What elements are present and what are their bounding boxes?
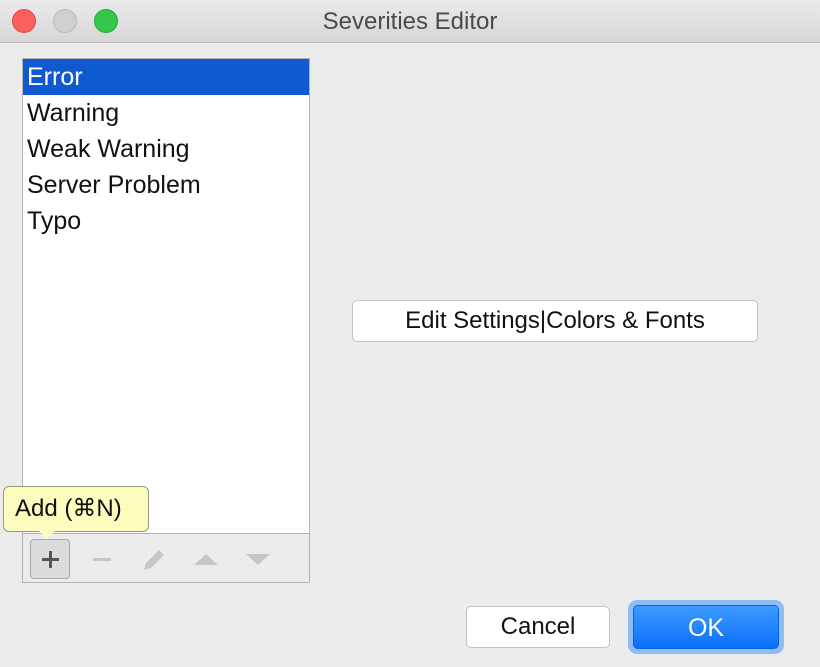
list-item-server-problem[interactable]: Server Problem [23, 167, 309, 203]
tooltip-pointer [39, 531, 55, 539]
remove-button[interactable] [82, 539, 122, 579]
add-button[interactable] [30, 539, 70, 579]
list-item-weak-warning[interactable]: Weak Warning [23, 131, 309, 167]
list-toolbar [22, 533, 310, 583]
list-item-warning[interactable]: Warning [23, 95, 309, 131]
list-item-error[interactable]: Error [23, 59, 309, 95]
edit-colors-fonts-button[interactable]: Edit Settings|Colors & Fonts [352, 300, 758, 342]
pencil-icon [144, 550, 164, 570]
arrow-up-icon [194, 554, 218, 565]
window-title: Severities Editor [322, 8, 498, 35]
title-bar: Severities Editor [0, 0, 820, 43]
ok-button[interactable]: OK [633, 605, 779, 649]
cancel-button[interactable]: Cancel [466, 606, 610, 648]
list-item-typo[interactable]: Typo [23, 203, 309, 239]
arrow-down-icon [246, 554, 270, 565]
move-up-button[interactable] [186, 539, 226, 579]
edit-button[interactable] [134, 539, 174, 579]
move-down-button[interactable] [238, 539, 278, 579]
minus-icon [93, 558, 111, 561]
plus-icon [42, 551, 59, 568]
add-tooltip: Add (⌘N) [3, 486, 149, 532]
severities-list[interactable]: Error Warning Weak Warning Server Proble… [22, 58, 310, 534]
